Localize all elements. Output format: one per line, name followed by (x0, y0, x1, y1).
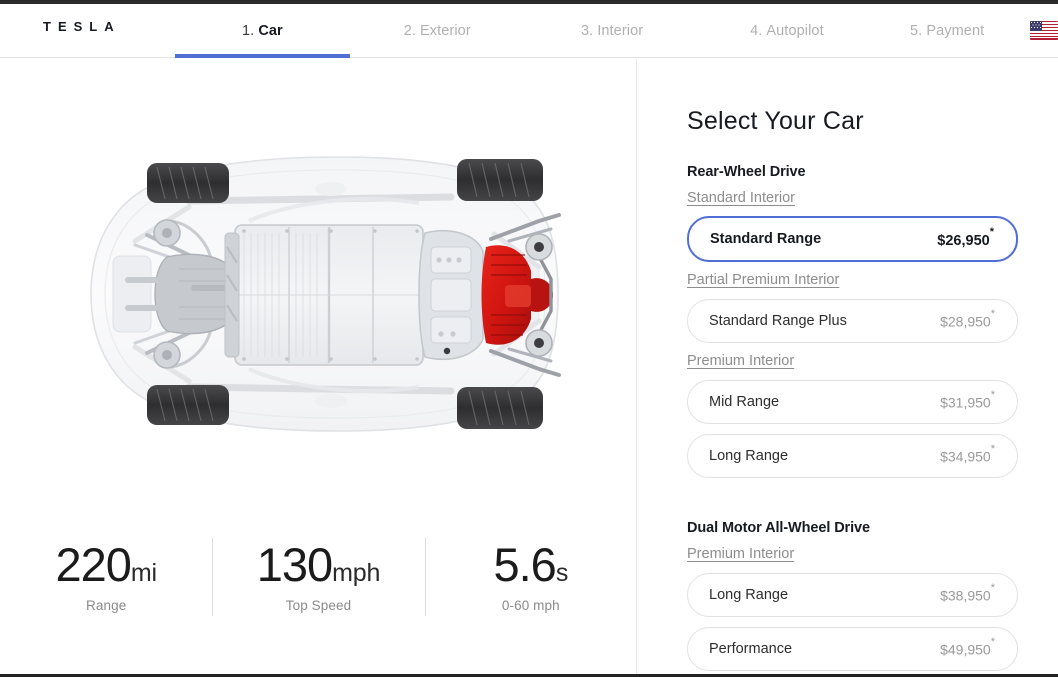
nav-tab-number: 4. (750, 23, 763, 39)
spec-value: 220mi (0, 540, 212, 589)
interior-type-link[interactable]: Premium Interior (687, 353, 794, 369)
price-asterisk: * (990, 443, 995, 456)
vehicle-image (0, 59, 636, 529)
trim-option-card[interactable]: Standard Range $26,950* (687, 216, 1018, 262)
trim-option-price-value: $28,950 (940, 313, 991, 330)
nav-tab-exterior[interactable]: 2. Exterior (350, 4, 525, 58)
vehicle-stage: 220mi Range 130mph Top Speed 5.6s 0-60 mph (0, 59, 637, 674)
nav-tab-label: Autopilot (766, 23, 824, 39)
trim-option-price: $38,950* (940, 582, 995, 604)
trim-option-name: Standard Range Plus (709, 313, 847, 329)
trim-option-price-value: $31,950 (940, 394, 991, 411)
panel-title: Select Your Car (687, 107, 864, 135)
trim-option-price-value: $34,950 (940, 448, 991, 465)
trim-option-name: Standard Range (710, 231, 822, 247)
trim-option-price-value: $26,950 (937, 232, 990, 249)
nav-tab-interior[interactable]: 3. Interior (525, 4, 700, 58)
configuration-panel[interactable]: Select Your Car Rear-Wheel Drive Standard … (638, 59, 1058, 674)
nav-tab-number: 5. (910, 23, 923, 39)
browser-chrome-top-edge (0, 0, 1058, 4)
vehicle-specs: 220mi Range 130mph Top Speed 5.6s 0-60 mph (0, 534, 636, 639)
spec-number: 5.6 (493, 538, 556, 591)
price-asterisk: * (990, 636, 995, 649)
spec-number: 130 (256, 538, 333, 591)
trim-option-price: $31,950* (940, 389, 995, 411)
nav-tab-label: Car (258, 23, 283, 39)
trim-option-name: Mid Range (709, 394, 780, 410)
tesla-logo[interactable]: TESLA (43, 19, 121, 34)
nav-tab-number: 2. (403, 23, 416, 39)
nav-tab-number: 3. (580, 23, 594, 39)
spec-unit: mph (332, 559, 381, 587)
interior-type-link[interactable]: Standard Interior (687, 190, 795, 206)
nav-tab-autopilot[interactable]: 4. Autopilot (699, 4, 874, 58)
nav-tab-label: Exterior (420, 23, 471, 39)
trim-option-card[interactable]: Long Range $34,950* (687, 434, 1018, 478)
spec-value: 130mph (212, 540, 424, 589)
trim-option-name: Long Range (709, 448, 789, 464)
drivetrain-group-title: Dual Motor All-Wheel Drive (687, 520, 870, 536)
nav-tab-payment[interactable]: 5. Payment (874, 4, 1020, 58)
interior-type-link[interactable]: Premium Interior (687, 546, 794, 562)
drivetrain-group-title: Rear-Wheel Drive (687, 164, 806, 180)
rear-drive-unit (417, 213, 561, 377)
trim-option-price: $34,950* (940, 443, 995, 465)
trim-option-card[interactable]: Long Range $38,950* (687, 573, 1018, 617)
us-flag-icon[interactable] (1030, 21, 1058, 40)
nav-tab-label: Interior (597, 23, 644, 39)
interior-type-link[interactable]: Partial Premium Interior (687, 272, 839, 288)
site-header: TESLA 1. Car 2. Exterior 3. Interior 4. Autopil… (0, 4, 1058, 58)
trim-option-price: $49,950* (940, 636, 995, 658)
price-asterisk: * (989, 225, 994, 238)
spec-top-speed: 130mph Top Speed (212, 534, 424, 617)
trim-option-card[interactable]: Mid Range $31,950* (687, 380, 1018, 424)
trim-option-price: $28,950* (940, 308, 995, 330)
spec-label: Top Speed (285, 598, 352, 614)
flag-canton (1030, 21, 1042, 31)
nav-tab-label: Payment (926, 23, 985, 39)
trim-option-price-value: $38,950 (940, 587, 991, 604)
trim-option-price-value: $49,950 (940, 641, 991, 658)
battery-pack (224, 224, 424, 366)
spec-label: 0-60 mph (501, 598, 560, 614)
trim-option-name: Performance (709, 641, 793, 657)
nav-tab-car[interactable]: 1. Car (175, 4, 350, 58)
trim-option-card[interactable]: Performance $49,950* (687, 627, 1018, 671)
spec-0-60-mph: 5.6s 0-60 mph (424, 534, 636, 617)
trim-option-card[interactable]: Standard Range Plus $28,950* (687, 299, 1018, 343)
configurator-step-nav: 1. Car 2. Exterior 3. Interior 4. Autopilot 5. Pa… (175, 4, 1020, 58)
spec-number: 220 (55, 538, 131, 591)
price-asterisk: * (990, 389, 995, 402)
spec-value: 5.6s (425, 538, 636, 591)
spec-unit: s (555, 559, 569, 587)
trim-option-name: Long Range (709, 587, 789, 603)
spec-range: 220mi Range (0, 534, 212, 614)
trim-option-price: $26,950* (937, 226, 994, 249)
configurator-page: TESLA 1. Car 2. Exterior 3. Interior 4. Autopil… (0, 0, 1058, 677)
spec-unit: mi (130, 559, 157, 587)
model-3-chassis-underbody-illustration (60, 156, 577, 432)
spec-label: Range (86, 598, 127, 614)
price-asterisk: * (990, 308, 995, 321)
nav-tab-number: 1. (242, 23, 255, 39)
price-asterisk: * (990, 582, 995, 595)
